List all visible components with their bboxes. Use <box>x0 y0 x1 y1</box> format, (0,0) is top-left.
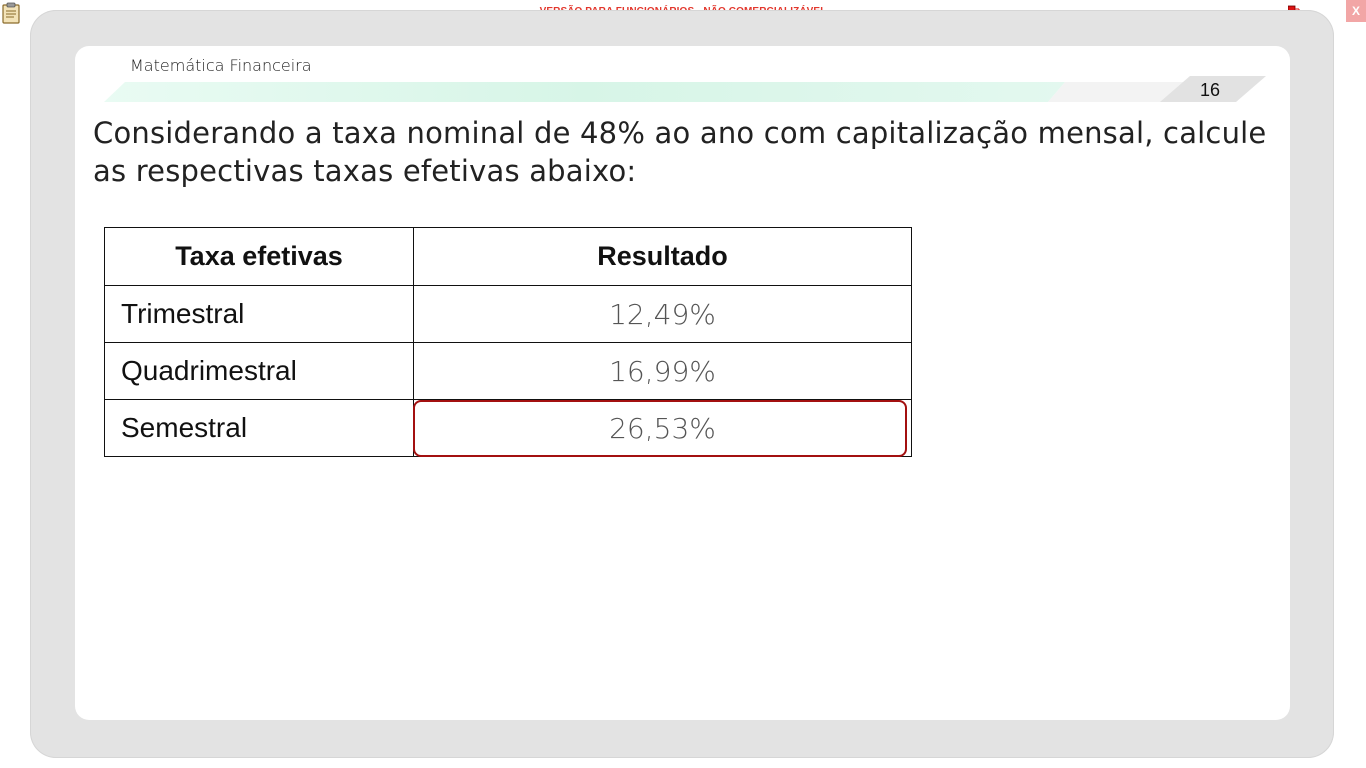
row-label: Semestral <box>104 399 414 457</box>
row-label: Trimestral <box>104 285 414 343</box>
row-value: 12,49% <box>413 285 912 343</box>
table-header-cell: Resultado <box>413 227 912 286</box>
question-text: Considerando a taxa nominal de 48% ao an… <box>93 116 1267 188</box>
table-header-cell: Taxa efetivas <box>104 227 414 286</box>
table-row: Trimestral 12,49% <box>104 285 912 343</box>
table-row: Quadrimestral 16,99% <box>104 342 912 400</box>
course-title: Matemática Financeira <box>130 56 312 75</box>
page-number: 16 <box>1200 80 1221 100</box>
row-value: 16,99% <box>413 342 912 400</box>
highlight-box <box>413 400 907 457</box>
table-header-row: Taxa efetivas Resultado <box>104 227 912 286</box>
row-label: Quadrimestral <box>104 342 414 400</box>
